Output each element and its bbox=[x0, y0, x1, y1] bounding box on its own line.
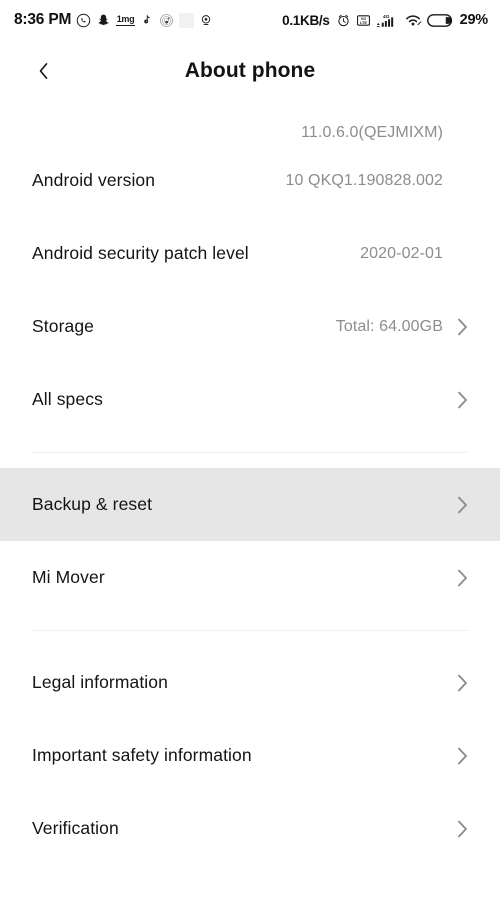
mi-mover-row[interactable]: Mi Mover bbox=[0, 541, 500, 614]
svg-text:4G: 4G bbox=[382, 14, 389, 20]
row-label: Important safety information bbox=[32, 745, 252, 765]
chevron-right-icon bbox=[457, 569, 468, 587]
row-right: 10 QKQ1.190828.002 bbox=[286, 172, 468, 190]
row-value: 2020-02-01 bbox=[360, 244, 443, 262]
microsoft-apps-icon bbox=[178, 12, 194, 28]
svg-text:LTE: LTE bbox=[360, 20, 367, 25]
row-label: Mi Mover bbox=[32, 567, 105, 587]
row-right bbox=[443, 747, 468, 765]
backup-and-reset-row[interactable]: Backup & reset bbox=[0, 468, 500, 541]
row-right: 11.0.6.0(QEJMIXM) bbox=[301, 124, 468, 142]
storage-row[interactable]: Storage Total: 64.00GB bbox=[0, 290, 500, 363]
row-label: Android security patch level bbox=[32, 243, 249, 263]
chevron-right-icon bbox=[457, 496, 468, 514]
volte-icon: VO LTE bbox=[356, 13, 371, 28]
row-right bbox=[443, 391, 468, 409]
tiktok-icon bbox=[140, 13, 154, 28]
onemg-icon: 1mg bbox=[116, 14, 135, 26]
miui-version-row[interactable]: 11.0.6.0(QEJMIXM) bbox=[0, 102, 500, 144]
divider-line bbox=[32, 629, 468, 631]
divider-2 bbox=[0, 614, 500, 646]
signal-4g-icon: 4G bbox=[376, 12, 399, 28]
important-safety-information-row[interactable]: Important safety information bbox=[0, 719, 500, 792]
back-button[interactable] bbox=[20, 48, 66, 94]
network-speed-indicator: 0.1KB/s bbox=[282, 12, 330, 28]
divider-line bbox=[32, 451, 468, 453]
page-title: About phone bbox=[184, 59, 316, 82]
row-value: 10 QKQ1.190828.002 bbox=[285, 171, 443, 189]
row-label: All specs bbox=[32, 389, 103, 409]
status-bar-right: 0.1KB/s VO LTE 4G 29% bbox=[282, 12, 488, 28]
row-label: Android version bbox=[32, 170, 156, 190]
chevron-right-icon bbox=[457, 747, 468, 765]
divider-1 bbox=[0, 436, 500, 468]
battery-percentage: 29% bbox=[459, 12, 489, 28]
row-right bbox=[443, 674, 468, 692]
verification-row[interactable]: Verification bbox=[0, 792, 500, 865]
status-bar-clock: 8:36 PM bbox=[14, 11, 72, 28]
android-security-patch-level-row[interactable]: Android security patch level 2020-02-01 bbox=[0, 217, 500, 290]
row-right bbox=[443, 820, 468, 838]
row-right: 2020-02-01 bbox=[360, 245, 468, 263]
row-value: Total: 64.00GB bbox=[335, 317, 443, 335]
whatsapp-icon bbox=[76, 13, 91, 28]
row-label: Verification bbox=[32, 818, 119, 838]
status-bar: 8:36 PM 1mg 0.1KB/s VO LTE 4G 29% bbox=[0, 0, 500, 40]
about-phone-list: 11.0.6.0(QEJMIXM) Android version 10 QKQ… bbox=[0, 102, 500, 865]
battery-icon bbox=[426, 13, 453, 28]
status-bar-left: 8:36 PM 1mg bbox=[14, 11, 213, 29]
row-value: 11.0.6.0(QEJMIXM) bbox=[301, 124, 443, 141]
row-label: Storage bbox=[32, 316, 94, 336]
chevron-left-icon bbox=[38, 62, 49, 80]
snapchat-icon bbox=[96, 13, 111, 28]
chevron-right-icon bbox=[457, 391, 468, 409]
android-version-row[interactable]: Android version 10 QKQ1.190828.002 bbox=[0, 144, 500, 217]
row-label: Backup & reset bbox=[32, 494, 153, 514]
row-right bbox=[443, 496, 468, 514]
chevron-right-icon bbox=[457, 674, 468, 692]
wifi-icon bbox=[404, 13, 422, 28]
location-pin-icon bbox=[199, 13, 213, 28]
app-header: About phone bbox=[0, 40, 500, 102]
legal-information-row[interactable]: Legal information bbox=[0, 646, 500, 719]
chevron-right-icon bbox=[457, 318, 468, 336]
row-label: Legal information bbox=[32, 672, 168, 692]
music-disc-icon bbox=[159, 13, 174, 28]
row-right: Total: 64.00GB bbox=[336, 318, 468, 336]
chevron-right-icon bbox=[457, 820, 468, 838]
alarm-clock-icon bbox=[336, 13, 351, 28]
all-specs-row[interactable]: All specs bbox=[0, 363, 500, 436]
row-right bbox=[443, 569, 468, 587]
